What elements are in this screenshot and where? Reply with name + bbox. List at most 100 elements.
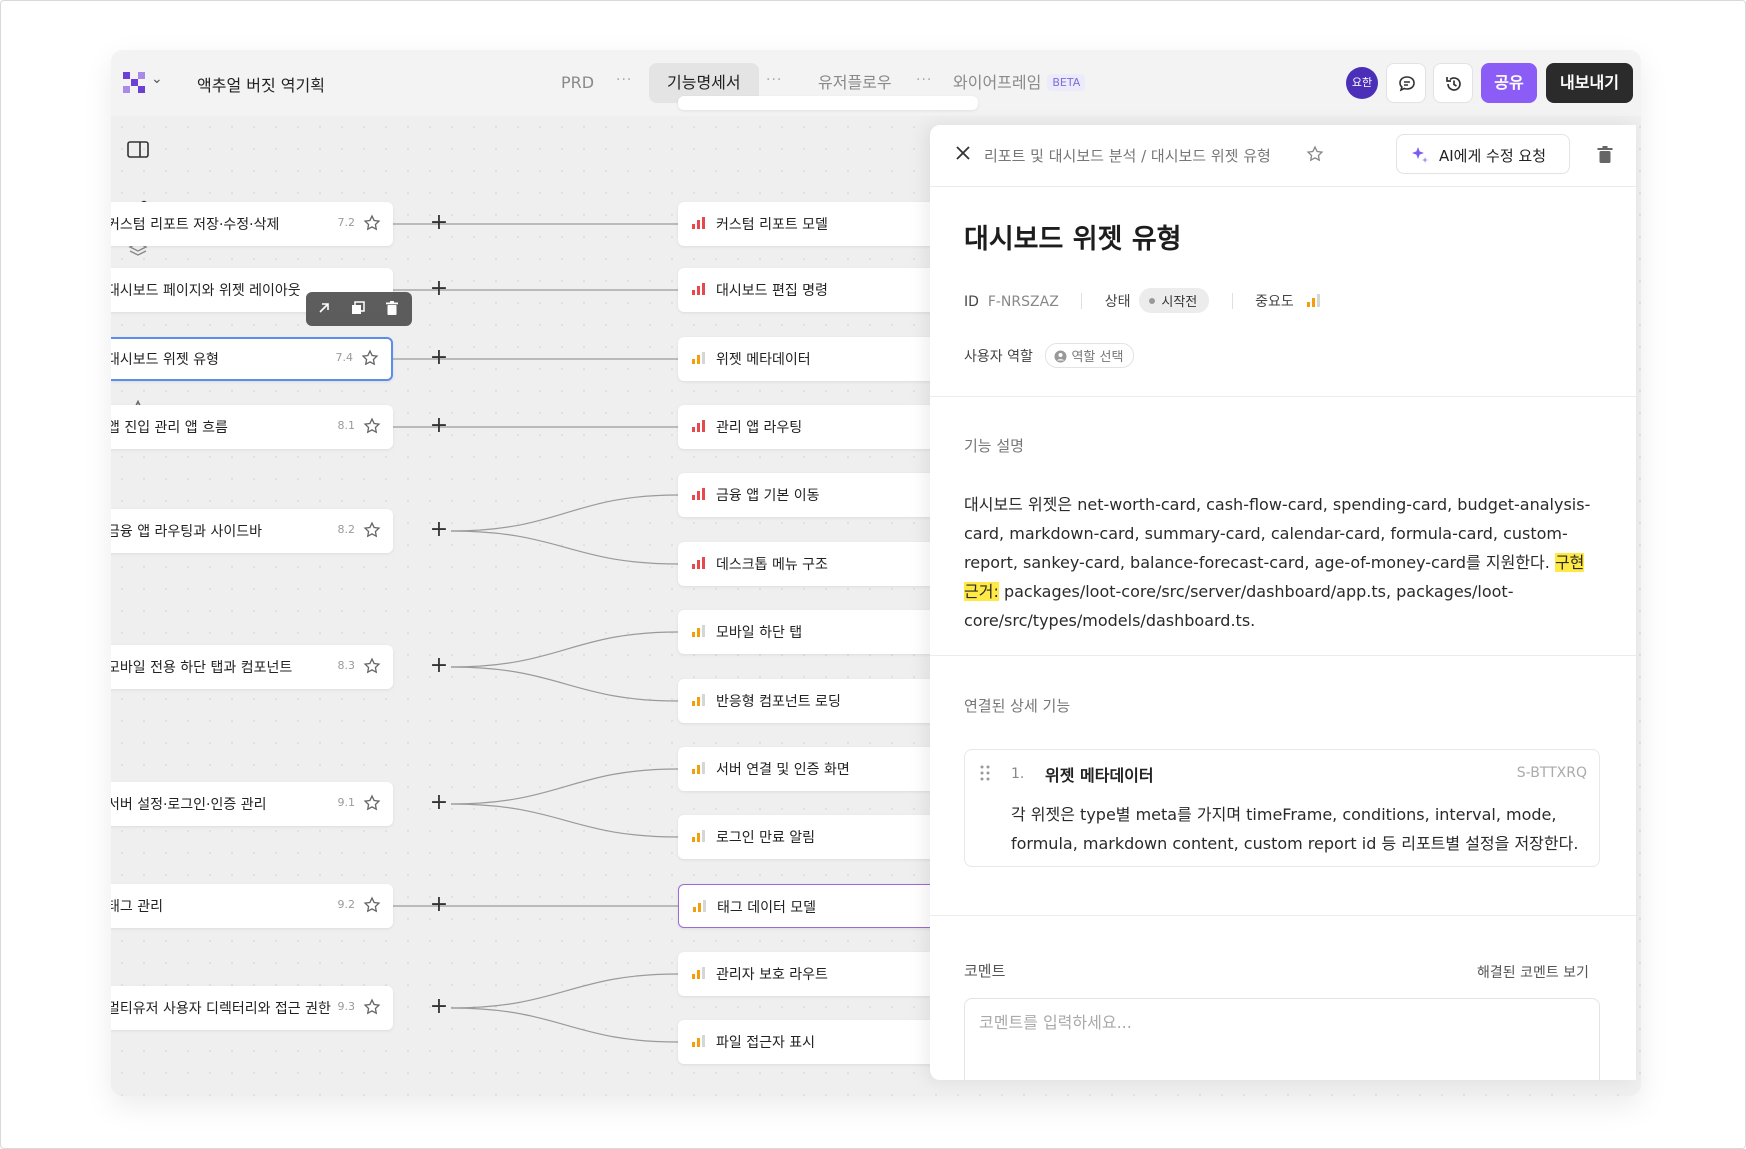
description-text[interactable]: 대시보드 위젯은 net-worth-card, cash-flow-card,… xyxy=(964,490,1604,635)
priority-bars-icon xyxy=(693,900,706,912)
duplicate-icon[interactable] xyxy=(350,300,366,320)
role-select[interactable]: 역할 선택 xyxy=(1045,343,1135,368)
tab-wireframe-label: 와이어프레임 xyxy=(953,73,1042,92)
export-button[interactable]: 내보내기 xyxy=(1546,63,1633,103)
priority-bars-icon xyxy=(692,283,705,295)
more-dots-icon: ··· xyxy=(916,72,933,88)
drag-handle-icon[interactable] xyxy=(979,764,991,782)
divider xyxy=(930,396,1636,397)
subfeature-label: 반응형 컴포넌트 로딩 xyxy=(716,694,841,710)
share-button[interactable]: 공유 xyxy=(1481,63,1537,103)
subfeature-label: 위젯 메타데이터 xyxy=(716,352,811,368)
status-dot-icon xyxy=(1149,298,1156,304)
comment-input[interactable] xyxy=(979,1013,1579,1032)
feature-label: 대시보드 위젯 유형 xyxy=(111,352,219,368)
feature-card[interactable]: 태그 관리 9.2 xyxy=(111,884,393,928)
id-label: ID xyxy=(964,294,979,310)
linked-feature-body: 각 위젯은 type별 meta를 가지며 timeFrame, conditi… xyxy=(1011,805,1579,853)
star-icon[interactable] xyxy=(363,794,381,812)
subfeature-label: 파일 접근자 표시 xyxy=(716,1035,816,1051)
subfeature-label: 커스텀 리포트 모델 xyxy=(716,217,828,233)
linked-feature-code: S-BTTXRQ xyxy=(1516,765,1587,781)
priority-bars-icon xyxy=(692,967,705,979)
feature-label: 멀티유저 사용자 디렉터리와 접근 권한 xyxy=(111,1001,331,1017)
user-icon xyxy=(1054,350,1067,363)
panel-toggle-icon[interactable] xyxy=(127,140,149,160)
feature-label: 앱 진입 관리 앱 흐름 xyxy=(111,420,228,436)
feature-card[interactable]: 모바일 전용 하단 탭과 컴포넌트 8.3 xyxy=(111,645,393,689)
trash-icon[interactable] xyxy=(384,300,400,320)
ai-edit-request-button[interactable]: AI에게 수정 요청 xyxy=(1396,134,1570,174)
feature-label: 대시보드 페이지와 위젯 레이아웃 xyxy=(111,283,301,299)
add-child-button[interactable]: + xyxy=(427,519,451,543)
status-label: 상태 xyxy=(1104,294,1131,310)
priority-bars-icon xyxy=(692,762,705,774)
feature-number: 7.2 xyxy=(337,216,356,229)
feature-card[interactable]: 커스텀 리포트 저장·수정·삭제 7.2 xyxy=(111,202,393,246)
status-badge[interactable]: 시작전 xyxy=(1139,288,1210,313)
feature-number: 8.1 xyxy=(337,419,356,432)
feature-number: 8.2 xyxy=(337,523,356,536)
star-icon[interactable] xyxy=(363,657,381,675)
user-role-row: 사용자 역할 역할 선택 xyxy=(964,343,1135,368)
add-child-button[interactable]: + xyxy=(427,212,451,236)
subfeature-label: 대시보드 편집 명령 xyxy=(716,283,828,299)
feature-label: 모바일 전용 하단 탭과 컴포넌트 xyxy=(111,660,293,676)
detail-panel: 리포트 및 대시보드 분석 / 대시보드 위젯 유형 AI에게 수정 요청 대시… xyxy=(930,125,1636,1080)
divider xyxy=(930,915,1636,916)
comment-box[interactable] xyxy=(964,998,1600,1080)
add-child-button[interactable]: + xyxy=(427,996,451,1020)
tab-prd[interactable]: PRD xyxy=(543,63,612,103)
add-child-button[interactable]: + xyxy=(427,347,451,371)
resolved-comments-link[interactable]: 해결된 코멘트 보기 xyxy=(1477,962,1589,982)
feature-label: 태그 관리 xyxy=(111,899,163,915)
linked-features-heading: 연결된 상세 기능 xyxy=(964,697,1071,715)
star-icon[interactable] xyxy=(363,998,381,1016)
star-icon[interactable] xyxy=(1306,145,1324,163)
feature-number: 9.1 xyxy=(337,796,356,809)
star-icon[interactable] xyxy=(363,417,381,435)
feature-card[interactable]: 서버 설정·로그인·인증 관리 9.1 xyxy=(111,782,393,826)
feature-card[interactable]: 멀티유저 사용자 디렉터리와 접근 권한 9.3 xyxy=(111,986,393,1030)
chevron-down-icon[interactable]: ⌄ xyxy=(151,71,163,87)
add-child-button[interactable]: + xyxy=(427,655,451,679)
close-icon[interactable] xyxy=(954,144,972,162)
project-title[interactable]: 액추얼 버짓 역기획 xyxy=(197,72,325,96)
add-child-button[interactable]: + xyxy=(427,894,451,918)
page-title: 대시보드 위젯 유형 xyxy=(964,224,1182,255)
chat-bubble-icon xyxy=(1399,76,1415,92)
subfeature-label: 태그 데이터 모델 xyxy=(717,900,817,916)
subfeature-card-partial[interactable] xyxy=(678,96,978,110)
add-child-button[interactable]: + xyxy=(427,792,451,816)
feature-card[interactable]: 앱 진입 관리 앱 흐름 8.1 xyxy=(111,405,393,449)
add-child-button[interactable]: + xyxy=(427,415,451,439)
comments-heading: 코멘트 xyxy=(964,962,1006,980)
user-role-label: 사용자 역할 xyxy=(964,349,1033,365)
subfeature-label: 모바일 하단 탭 xyxy=(716,625,803,641)
feature-number: 8.3 xyxy=(337,659,356,672)
screenshot-frame: ⌄ 액추얼 버짓 역기획 PRD ··· 기능명세서 ··· 유저플로우 ···… xyxy=(0,0,1746,1149)
app-logo-icon[interactable] xyxy=(123,72,145,94)
feature-card-selected[interactable]: 대시보드 위젯 유형 7.4 xyxy=(111,337,393,381)
more-dots-icon: ··· xyxy=(766,72,783,88)
trash-icon[interactable] xyxy=(1596,145,1614,165)
star-icon[interactable] xyxy=(363,214,381,232)
priority-bars-icon[interactable] xyxy=(1307,294,1321,307)
feature-card[interactable]: 금융 앱 라우팅과 사이드바 8.2 xyxy=(111,509,393,553)
star-icon[interactable] xyxy=(363,896,381,914)
priority-bars-icon xyxy=(692,217,705,229)
breadcrumb[interactable]: 리포트 및 대시보드 분석 / 대시보드 위젯 유형 xyxy=(984,145,1271,166)
star-icon[interactable] xyxy=(363,521,381,539)
comments-button[interactable] xyxy=(1386,63,1426,103)
add-child-button[interactable]: + xyxy=(427,278,451,302)
linked-feature-card[interactable]: 1. 위젯 메타데이터 S-BTTXRQ 각 위젯은 type별 meta를 가… xyxy=(964,749,1600,867)
description-body: 대시보드 위젯은 net-worth-card, cash-flow-card,… xyxy=(964,495,1591,572)
open-arrow-icon[interactable] xyxy=(316,300,332,320)
history-button[interactable] xyxy=(1433,63,1473,103)
role-select-placeholder: 역할 선택 xyxy=(1071,350,1124,365)
priority-bars-icon xyxy=(692,694,705,706)
avatar[interactable]: 요한 xyxy=(1346,67,1378,99)
sparkle-icon xyxy=(1412,147,1428,163)
description-heading: 기능 설명 xyxy=(964,437,1024,455)
star-icon[interactable] xyxy=(361,349,379,367)
